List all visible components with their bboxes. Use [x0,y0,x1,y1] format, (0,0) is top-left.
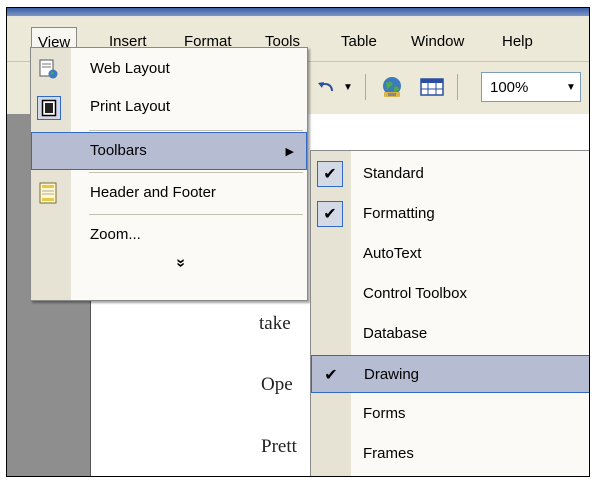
menu-item-label: Header and Footer [90,184,216,201]
web-layout-icon [37,58,59,80]
toolbar-item-control-toolbox[interactable]: Control Toolbox [311,275,589,313]
undo-dropdown-icon[interactable]: ▼ [341,72,355,102]
toolbar-item-frames[interactable]: Frames [311,435,589,473]
view-menu: Web Layout Print Layout Toolbars ▶ Heade… [30,47,308,301]
menu-item-header-footer[interactable]: Header and Footer [31,174,307,212]
menu-item-label: Print Layout [90,98,171,115]
menu-item-label: Frames [363,445,414,462]
toolbar-item-formatting[interactable]: ✔ Formatting [311,195,589,233]
title-bar-stripe [7,8,589,16]
check-icon: ✔ [317,161,343,187]
zoom-combo[interactable]: 100% ▼ [481,72,581,102]
menu-item-label: Database [363,325,428,342]
toolbar-separator [457,74,462,100]
chevron-double-down-icon: » [172,258,190,268]
header-footer-icon [37,182,59,204]
submenu-arrow-icon: ▶ [285,145,294,158]
menu-item-label: Web Layout [90,60,170,77]
menu-separator [89,130,303,131]
toolbar-separator [365,74,370,100]
toolbar-item-standard[interactable]: ✔ Standard [311,155,589,193]
menu-item-web-layout[interactable]: Web Layout [31,50,307,88]
menu-window[interactable]: Window [407,29,468,55]
undo-icon[interactable] [313,72,339,102]
toolbar-item-forms[interactable]: Forms [311,395,589,433]
zoom-value: 100% [490,78,529,96]
print-layout-icon [37,96,61,120]
web-globe-icon[interactable] [377,72,407,102]
doc-line: take [259,313,291,334]
menu-help[interactable]: Help [498,29,537,55]
toolbar-item-autotext[interactable]: AutoText [311,235,589,273]
toolbars-submenu: ✔ Standard ✔ Formatting AutoText Control… [310,150,589,476]
menu-table[interactable]: Table [337,29,381,55]
check-icon: ✔ [317,201,343,227]
menu-item-label: Formatting [363,205,435,222]
menu-item-label: Standard [363,165,424,182]
menu-separator [89,214,303,215]
doc-line: Ope [261,374,293,395]
check-icon: ✔ [324,367,338,384]
app-window: View Insert Format Tools Table Window He… [6,7,590,477]
menu-item-zoom[interactable]: Zoom... [31,216,307,254]
menu-item-label: AutoText [363,245,422,262]
menu-item-label: Zoom... [90,226,141,243]
doc-line: Prett [261,436,297,457]
menu-item-label: Drawing [364,366,420,383]
menu-item-print-layout[interactable]: Print Layout [31,88,307,126]
table-icon[interactable] [417,72,447,102]
menu-item-label: Toolbars [90,142,147,159]
menu-item-label: Forms [363,405,406,422]
toolbar-item-drawing[interactable]: ✔ Drawing [311,355,589,393]
menu-item-toolbars[interactable]: Toolbars ▶ [31,132,307,170]
menu-separator [89,172,303,173]
zoom-dropdown-icon[interactable]: ▼ [562,73,580,101]
menu-expand-button[interactable]: » [31,252,307,278]
menu-item-label: Control Toolbox [363,285,467,302]
toolbar-item-database[interactable]: Database [311,315,589,353]
